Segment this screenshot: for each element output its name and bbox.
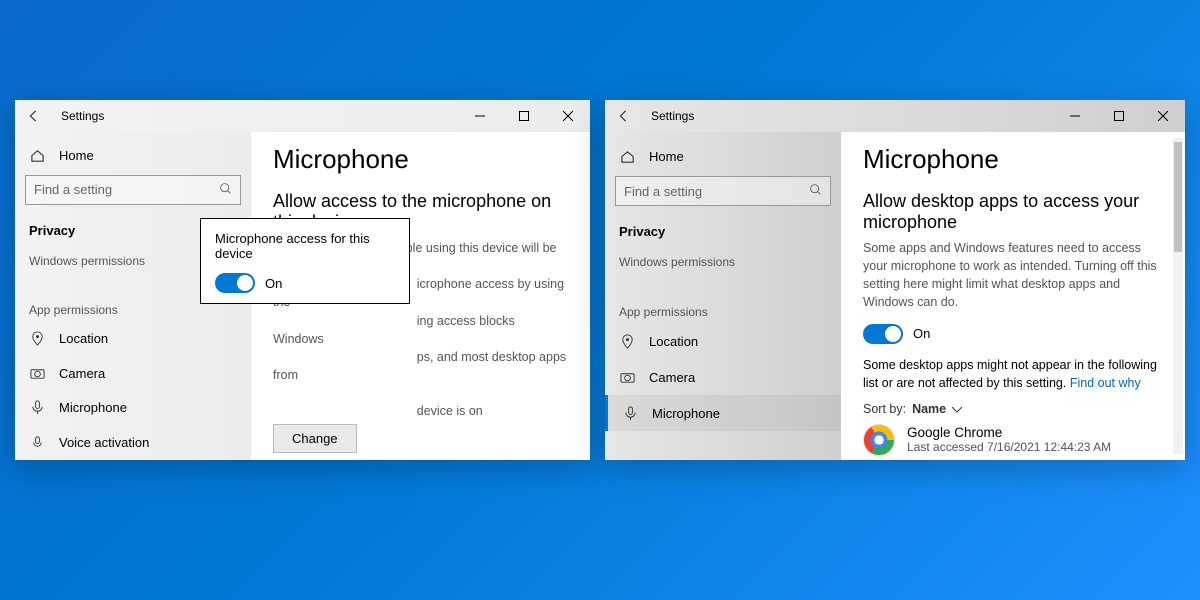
window-title: Settings <box>651 109 694 123</box>
scrollbar-thumb[interactable] <box>1174 142 1182 252</box>
page-title: Microphone <box>273 144 568 175</box>
titlebar: Settings <box>605 100 1185 132</box>
sidebar-item-location[interactable]: Location <box>15 321 251 356</box>
search-input[interactable]: Find a setting <box>615 176 831 206</box>
popover-heading: Microphone access for this device <box>215 231 395 261</box>
home-icon <box>619 148 635 164</box>
sidebar-item-microphone[interactable]: Microphone <box>15 391 251 426</box>
app-name: Google Chrome <box>907 425 1111 440</box>
back-icon[interactable] <box>25 107 43 125</box>
sidebar-item-camera[interactable]: Camera <box>605 359 841 395</box>
microphone-access-popover: Microphone access for this device On <box>200 218 410 304</box>
sidebar-item-microphone[interactable]: Microphone <box>605 395 841 431</box>
camera-icon <box>619 369 635 385</box>
sidebar-item-home[interactable]: Home <box>605 138 841 174</box>
sidebar-item-label: Home <box>59 148 94 163</box>
toggle-label: On <box>265 276 282 291</box>
close-button[interactable] <box>546 100 590 132</box>
location-icon <box>29 330 45 346</box>
sidebar-item-label: Microphone <box>652 406 720 421</box>
change-button[interactable]: Change <box>273 424 357 453</box>
sidebar-item-home[interactable]: Home <box>15 138 251 173</box>
sort-by[interactable]: Sort by: Name <box>863 402 1163 416</box>
toggle-desktop-apps[interactable] <box>863 324 903 344</box>
sidebar-item-label: Location <box>649 334 698 349</box>
sidebar-item-label: Camera <box>59 366 105 381</box>
minimize-button[interactable] <box>458 100 502 132</box>
titlebar: Settings <box>15 100 590 132</box>
search-icon <box>219 182 232 198</box>
search-placeholder: Find a setting <box>624 184 702 199</box>
find-out-why-link[interactable]: Find out why <box>1070 376 1141 390</box>
sidebar-item-location[interactable]: Location <box>605 323 841 359</box>
sidebar-category: Privacy <box>605 214 841 241</box>
note-text: Some desktop apps might not appear in th… <box>863 356 1163 392</box>
content-pane: Microphone Allow desktop apps to access … <box>841 132 1185 460</box>
scrollbar[interactable] <box>1173 138 1183 454</box>
sidebar-item-label: Camera <box>649 370 695 385</box>
voice-icon <box>29 435 45 451</box>
app-row-chrome[interactable]: Google Chrome Last accessed 7/16/2021 12… <box>863 424 1163 456</box>
sidebar: Home Find a setting Privacy Windows perm… <box>605 132 841 460</box>
app-subtext: Last accessed 7/16/2021 12:44:23 AM <box>907 440 1111 454</box>
sidebar-item-label: Home <box>649 149 684 164</box>
page-title: Microphone <box>863 144 1163 175</box>
microphone-icon <box>622 405 638 421</box>
chrome-icon <box>863 424 895 456</box>
camera-icon <box>29 365 45 381</box>
microphone-icon <box>29 400 45 416</box>
back-icon[interactable] <box>615 107 633 125</box>
sidebar-item-label: Microphone <box>59 400 127 415</box>
sidebar-group-windows-permissions: Windows permissions <box>605 241 841 273</box>
sidebar-item-camera[interactable]: Camera <box>15 356 251 391</box>
location-icon <box>619 333 635 349</box>
maximize-button[interactable] <box>1097 100 1141 132</box>
sidebar-group-app-permissions: App permissions <box>605 291 841 323</box>
toggle-device-access[interactable] <box>215 273 255 293</box>
search-input[interactable]: Find a setting <box>25 175 241 205</box>
search-icon <box>809 183 822 199</box>
toggle-label: On <box>913 326 930 341</box>
home-icon <box>29 147 45 163</box>
maximize-button[interactable] <box>502 100 546 132</box>
sidebar-item-label: Location <box>59 331 108 346</box>
sidebar-item-voice-activation[interactable]: Voice activation <box>15 425 251 460</box>
settings-window-right: Settings Home Find a setting <box>605 100 1185 460</box>
search-placeholder: Find a setting <box>34 182 112 197</box>
chevron-down-icon <box>952 402 962 416</box>
window-title: Settings <box>61 109 104 123</box>
section-heading-desktop-apps: Allow desktop apps to access your microp… <box>863 191 1163 233</box>
sidebar-item-label: Voice activation <box>59 435 149 450</box>
section-body: Some apps and Windows features need to a… <box>863 239 1163 312</box>
close-button[interactable] <box>1141 100 1185 132</box>
minimize-button[interactable] <box>1053 100 1097 132</box>
